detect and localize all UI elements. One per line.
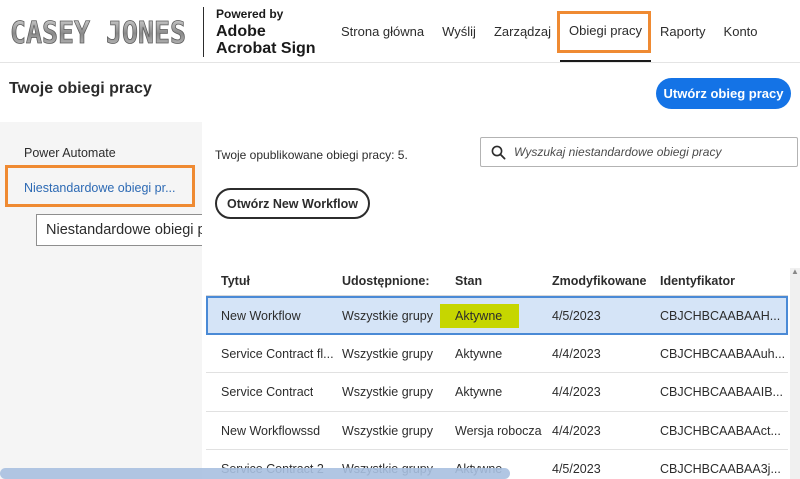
col-shared[interactable]: Udostępnione:	[342, 274, 430, 288]
published-count: Twoje opublikowane obiegi pracy: 5.	[215, 148, 408, 162]
cell-identifier: CBJCHBCAABAAIB...	[660, 385, 783, 399]
col-status[interactable]: Stan	[455, 274, 482, 288]
nav-send[interactable]: Wyślij	[433, 0, 485, 62]
search-icon	[491, 145, 506, 160]
table-header: Tytuł Udostępnione: Stan Zmodyfikowane I…	[206, 264, 788, 296]
cell-identifier: CBJCHBCAABAAuh...	[660, 346, 784, 361]
cell-modified: 4/5/2023	[552, 462, 601, 476]
cell-title: New Workflowssd	[221, 423, 321, 438]
cell-modified: 4/5/2023	[552, 309, 601, 323]
page-title: Twoje obiegi pracy	[9, 80, 152, 97]
powered-by-label: Powered by	[216, 7, 284, 21]
company-logo: CASEY JONES	[10, 16, 186, 51]
cell-title: Service Contract fl...	[221, 346, 334, 361]
horizontal-scrollbar[interactable]	[0, 468, 510, 479]
app-header: CASEY JONES Powered by Adobe Acrobat Sig…	[0, 0, 800, 63]
cell-shared: Wszystkie grupy	[342, 385, 433, 399]
main-nav: Strona główna Wyślij Zarządzaj Obiegi pr…	[332, 0, 767, 62]
search-box[interactable]	[480, 137, 798, 167]
nav-account[interactable]: Konto	[715, 0, 767, 62]
cell-shared: Wszystkie grupy	[342, 309, 433, 323]
cell-status: Aktywne	[455, 309, 503, 323]
cell-modified: 4/4/2023	[552, 346, 601, 361]
sidebar-item-power-automate[interactable]: Power Automate	[24, 146, 116, 160]
col-title[interactable]: Tytuł	[221, 274, 250, 288]
search-input[interactable]	[514, 145, 784, 159]
col-modified[interactable]: Zmodyfikowane	[552, 274, 646, 288]
workflows-table: Tytuł Udostępnione: Stan Zmodyfikowane I…	[206, 264, 788, 479]
table-row[interactable]: New Workflowssd Wszystkie grupy Wersja r…	[206, 412, 788, 450]
cell-title: New Workflow	[221, 309, 301, 323]
cell-identifier: CBJCHBCAABAAH...	[660, 309, 781, 323]
cell-status: Aktywne	[455, 346, 503, 361]
nav-home[interactable]: Strona główna	[332, 0, 433, 62]
brand-block: Powered by Adobe Acrobat Sign	[216, 8, 316, 57]
cell-status: Wersja robocza	[455, 423, 542, 438]
nav-highlight-box	[557, 11, 651, 53]
product-name-line1: Adobe	[216, 23, 266, 40]
cell-identifier: CBJCHBCAABAA3j...	[660, 462, 781, 476]
cell-title: Service Contract	[221, 385, 314, 399]
cell-status: Aktywne	[455, 385, 503, 399]
cell-shared: Wszystkie grupy	[342, 346, 433, 361]
cell-identifier: CBJCHBCAABAAct...	[660, 423, 781, 438]
col-identifier[interactable]: Identyfikator	[660, 274, 735, 288]
create-workflow-button[interactable]: Utwórz obieg pracy	[656, 78, 791, 109]
cell-modified: 4/4/2023	[552, 385, 601, 399]
table-row[interactable]: New Workflow Wszystkie grupy Aktywne 4/5…	[206, 296, 788, 335]
sidebar-highlight-box	[5, 165, 195, 207]
brand-divider	[203, 7, 204, 57]
vertical-scrollbar[interactable]	[790, 268, 800, 479]
table-row[interactable]: Service Contract fl... Wszystkie grupy A…	[206, 335, 788, 373]
svg-text:CASEY JONES: CASEY JONES	[10, 16, 186, 51]
open-workflow-button[interactable]: Otwórz New Workflow	[215, 188, 370, 219]
nav-reports[interactable]: Raporty	[651, 0, 715, 62]
table-row[interactable]: Service Contract Wszystkie grupy Aktywne…	[206, 373, 788, 412]
scroll-up-arrow-icon[interactable]: ▲	[791, 268, 799, 276]
cell-modified: 4/4/2023	[552, 423, 601, 438]
nav-manage[interactable]: Zarządzaj	[485, 0, 560, 62]
product-name-line2: Acrobat Sign	[216, 40, 316, 57]
cell-shared: Wszystkie grupy	[342, 423, 433, 438]
